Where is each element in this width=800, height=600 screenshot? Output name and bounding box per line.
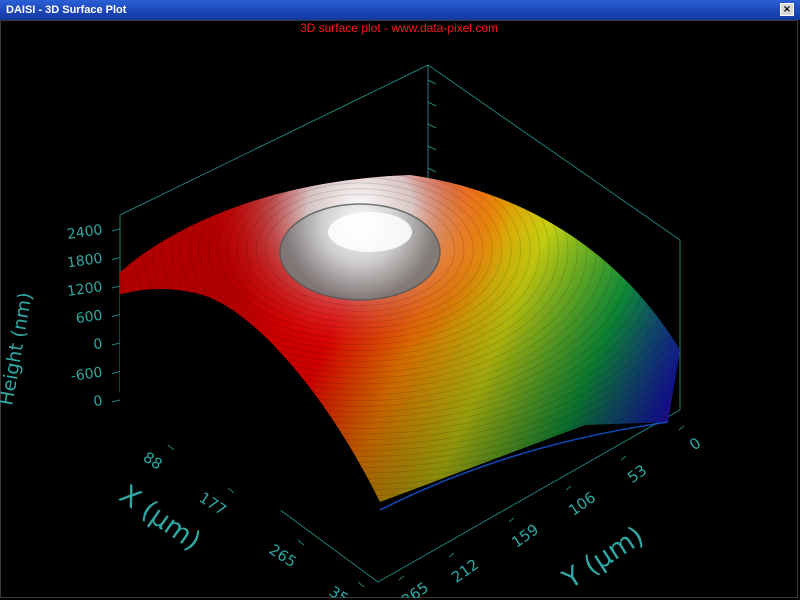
close-button[interactable]: × <box>780 3 794 16</box>
z-tick-label: 2400 <box>66 222 104 243</box>
z-tick-mark <box>111 342 121 346</box>
y-tick-label: 212 <box>448 555 482 586</box>
z-tick-label: 0 <box>92 393 103 410</box>
y-tick-mark <box>565 485 572 491</box>
back-z-ticks <box>427 79 437 173</box>
chart-title: 3D surface plot - www.data-pixel.com <box>300 21 498 35</box>
close-icon: × <box>782 4 792 15</box>
z-axis-label: Height (nm) <box>0 291 37 407</box>
y-tick-label: 265 <box>398 578 432 598</box>
y-tick-mark <box>620 455 627 461</box>
y-axis-label: Y (µm) <box>557 520 650 595</box>
specular-highlight <box>328 212 412 252</box>
z-tick-label: -600 <box>70 365 104 385</box>
window-titlebar: DAISI - 3D Surface Plot × <box>0 0 800 20</box>
window-title: DAISI - 3D Surface Plot <box>6 4 127 16</box>
z-tick-label: 1800 <box>66 251 104 272</box>
y-tick-label: 53 <box>624 461 650 487</box>
z-tick-label: 0 <box>92 336 103 353</box>
y-tick-mark <box>508 517 515 523</box>
y-tick-label: 0 <box>686 434 704 454</box>
x-tick-label: 265 <box>266 540 300 571</box>
x-tick-label: 354 <box>326 582 360 598</box>
y-tick-label: 106 <box>565 488 599 519</box>
x-tick-mark <box>297 539 305 546</box>
z-tick-mark <box>111 228 121 232</box>
y-tick-label: 159 <box>508 520 542 551</box>
y-tick-mark <box>448 552 455 558</box>
y-tick-mark <box>678 425 685 431</box>
z-tick-mark <box>111 314 121 317</box>
surface-plot: 3D surface plot - www.data-pixel.com 0 -6… <box>0 21 704 598</box>
y-tick-mark <box>398 575 405 581</box>
z-tick-mark <box>111 399 121 403</box>
x-tick-mark <box>357 581 365 588</box>
z-tick-mark <box>111 257 121 260</box>
z-tick-label: 600 <box>75 308 104 328</box>
z-tick-mark <box>111 285 121 289</box>
z-tick-mark <box>111 371 121 374</box>
z-tick-label: 1200 <box>66 279 104 300</box>
